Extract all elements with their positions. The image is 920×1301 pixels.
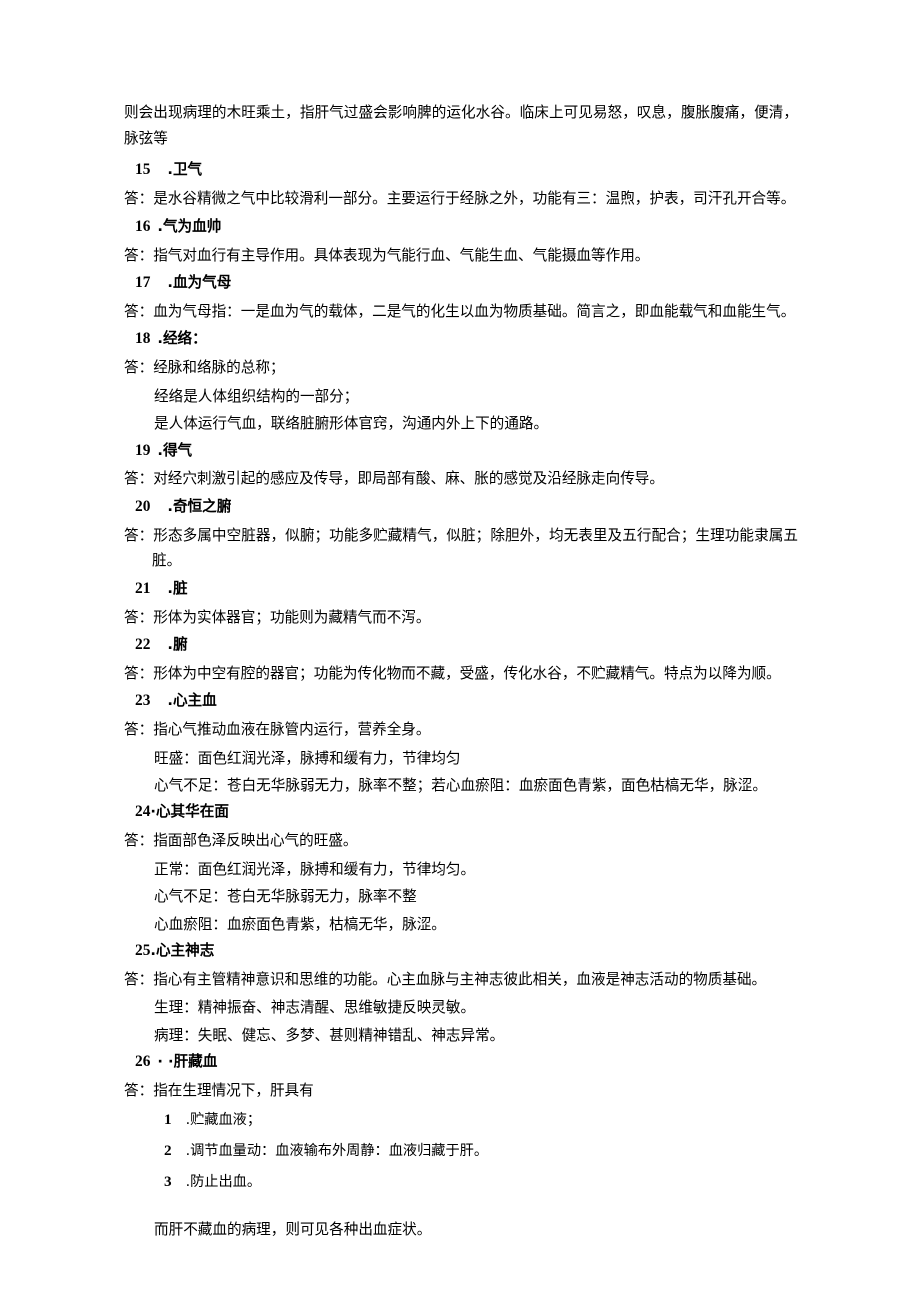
entry-subline-25-1: 生理：精神振奋、神志清醒、思维敏捷反映灵敏。	[154, 999, 476, 1017]
document-page: 则会出现病理的木旺乘土，指肝气过盛会影响脾的运化水谷。临床上可见易怒，叹息，腹胀…	[0, 0, 920, 1301]
entry-answer-23: 答：指心气推动血液在脉管内运行，营养全身。	[124, 721, 431, 739]
entry-term: 心其华在面	[155, 803, 229, 821]
entry-term: 得气	[162, 441, 193, 459]
entry-term: 卫气	[172, 161, 203, 179]
entry-heading-21: 21 .脏	[124, 577, 798, 602]
entry-number: 21	[135, 579, 151, 597]
entry-answer-26: 答：指在生理情况下，肝具有	[124, 1081, 314, 1099]
entry-answer-15: 答：是水谷精微之气中比较滑利一部分。主要运行于经脉之外，功能有三：温煦，护表，司…	[124, 190, 796, 208]
entry-subline-25-2: 病理：失眠、健忘、多梦、甚则精神错乱、神志异常。	[154, 1026, 505, 1044]
entry-number: 25	[135, 941, 151, 959]
entry-heading-24: 24·心其华在面	[124, 800, 798, 825]
entry-answer-22: 答：形体为中空有腔的器官；功能为传化物而不藏，受盛，传化水谷，不贮藏精气。特点为…	[124, 664, 781, 682]
sub-item-number: 2	[164, 1141, 172, 1159]
entry-subline-24-3: 心血瘀阻：血瘀面色青紫，枯槁无华，脉涩。	[154, 915, 446, 933]
entry-heading-18: 18 .经络：	[124, 327, 798, 352]
entry-number: 18	[135, 330, 151, 348]
entry-answer-19: 答：对经穴刺激引起的感应及传导，即局部有酸、麻、胀的感觉及沿经脉走向传导。	[124, 470, 664, 488]
entry-number: 19	[135, 441, 151, 459]
entry-number: 22	[135, 635, 151, 653]
sub-item-2: 2 .调节血量动：血液输布外周静：血液归藏于肝。	[124, 1137, 798, 1165]
entry-answer-16: 答：指气对血行有主导作用。具体表现为气能行血、气能生血、气能摄血等作用。	[124, 246, 650, 264]
entry-term: 经络：	[162, 330, 207, 348]
entry-heading-15: 15 .卫气	[124, 158, 798, 183]
sub-item-number: 3	[164, 1172, 172, 1190]
entry-separator: · ·	[157, 1053, 174, 1071]
entry-heading-16: 16 .气为血帅	[124, 215, 798, 240]
entry-number: 17	[135, 274, 151, 292]
entry-term: 肝藏血	[173, 1053, 218, 1071]
entry-term: 腑	[172, 635, 188, 653]
entry-subline-23-2: 心气不足：苍白无华脉弱无力，脉率不整；若心血瘀阻：血瘀面色青紫，面色枯槁无华，脉…	[154, 777, 767, 794]
sub-item-1: 1 .贮藏血液；	[124, 1106, 798, 1134]
document-body: 则会出现病理的木旺乘土，指肝气过盛会影响脾的运化水谷。临床上可见易怒，叹息，腹胀…	[124, 100, 798, 1242]
sub-item-text: 防止出血。	[190, 1173, 262, 1190]
entry-answer-20: 答：形态多属中空脏器，似腑；功能多贮藏精气，似脏；除胆外，均无表里及五行配合；生…	[124, 526, 798, 570]
entry-number: 20	[135, 497, 151, 515]
entry-heading-20: 20 .奇恒之腑	[124, 495, 798, 520]
entry-number: 23	[135, 692, 151, 710]
entry-heading-26: 26 · ·肝藏血	[124, 1050, 798, 1075]
entry-number: 15	[135, 161, 151, 179]
entry-answer-21: 答：形体为实体器官；功能则为藏精气而不泻。	[124, 608, 431, 626]
intro-paragraph: 则会出现病理的木旺乘土，指肝气过盛会影响脾的运化水谷。临床上可见易怒，叹息，腹胀…	[124, 104, 798, 147]
sub-item-3: 3 .防止出血。	[124, 1168, 798, 1196]
sub-item-number: 1	[164, 1111, 172, 1129]
sub-item-text: 贮藏血液；	[190, 1112, 262, 1129]
entry-heading-23: 23 .心主血	[124, 689, 798, 714]
tail-note: 而肝不藏血的病理，则可见各种出血症状。	[154, 1221, 432, 1239]
entry-term: 心主血	[172, 692, 217, 710]
entry-answer-25: 答：指心有主管精神意识和思维的功能。心主血脉与主神志彼此相关，血液是神志活动的物…	[124, 970, 767, 988]
entry-subline-24-1: 正常：面色红润光泽，脉搏和缓有力，节律均匀。	[154, 860, 476, 878]
entry-term: 心主神志	[155, 941, 215, 959]
entry-number: 16	[135, 217, 151, 235]
entry-term: 奇恒之腑	[172, 497, 232, 515]
sub-item-text: 调节血量动：血液输布外周静：血液归藏于肝。	[190, 1142, 489, 1159]
entry-term: 脏	[172, 579, 188, 597]
entry-number: 26	[135, 1053, 151, 1071]
entry-subline-23-1: 旺盛：面色红润光泽，脉搏和缓有力，节律均匀	[154, 749, 461, 767]
entry-term: 血为气母	[172, 274, 232, 292]
entry-subline-18-2: 是人体运行气血，联络脏腑形体官窍，沟通内外上下的通路。	[154, 415, 549, 433]
entry-answer-24: 答：指面部色泽反映出心气的旺盛。	[124, 832, 358, 850]
entry-answer-18: 答：经脉和络脉的总称；	[124, 359, 285, 377]
entry-heading-17: 17 .血为气母	[124, 271, 798, 296]
entry-heading-25: 25.心主神志	[124, 939, 798, 964]
entry-heading-22: 22 .腑	[124, 633, 798, 658]
entry-number: 24	[135, 803, 151, 821]
entry-answer-17: 答：血为气母指：一是血为气的载体，二是气的化生以血为物质基础。简言之，即血能载气…	[124, 302, 796, 320]
entry-subline-24-2: 心气不足：苍白无华脉弱无力，脉率不整	[154, 888, 417, 906]
entry-term: 气为血帅	[162, 217, 222, 235]
entry-heading-19: 19 .得气	[124, 439, 798, 464]
entry-subline-18-1: 经络是人体组织结构的一部分；	[154, 387, 359, 405]
